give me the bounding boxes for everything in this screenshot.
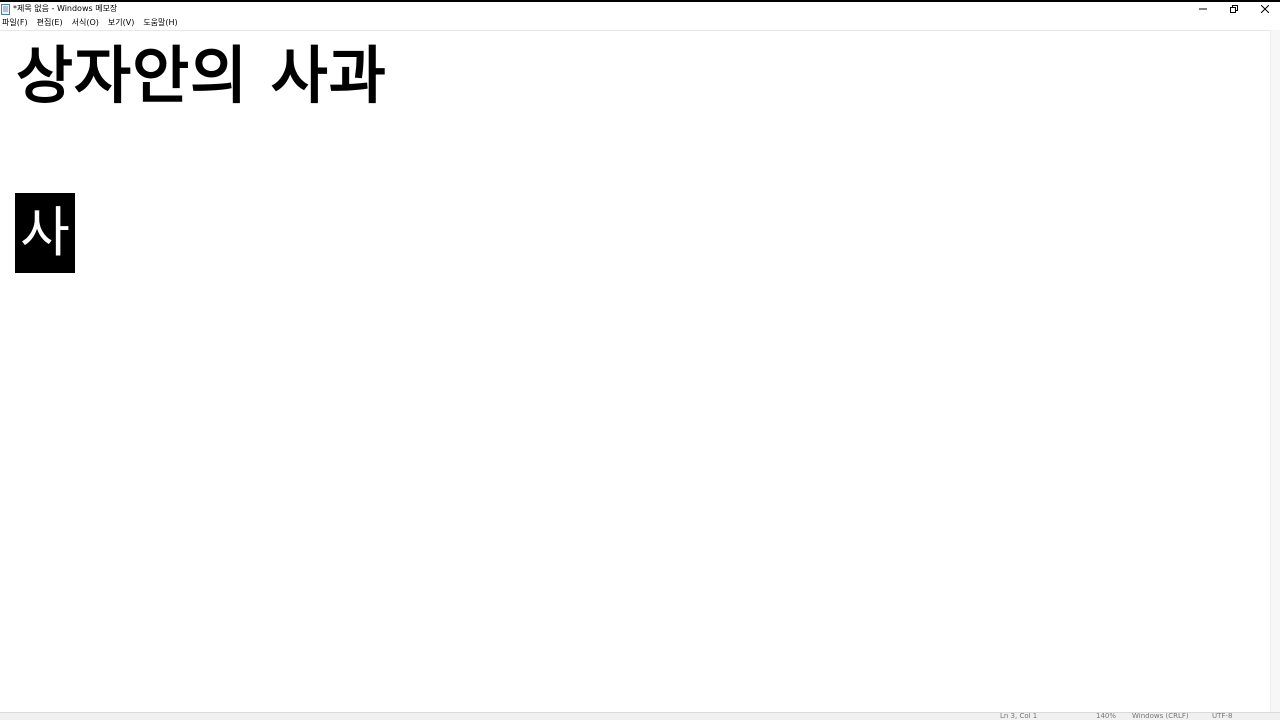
restore-icon xyxy=(1229,5,1238,13)
menu-file[interactable]: 파일(F) xyxy=(0,16,31,30)
restore-button[interactable] xyxy=(1218,2,1249,16)
minimize-button[interactable] xyxy=(1187,2,1218,16)
menu-bar: 파일(F) 편집(E) 서식(O) 보기(V) 도움말(H) xyxy=(0,16,1280,30)
menu-edit[interactable]: 편집(E) xyxy=(34,16,66,30)
notepad-window: *제목 없음 - Windows 메모장 파일(F) 편집(E) 서식(O) 보… xyxy=(0,0,1280,720)
title-bar[interactable]: *제목 없음 - Windows 메모장 xyxy=(0,2,1280,16)
status-zoom: 140% xyxy=(1096,712,1117,720)
menu-view[interactable]: 보기(V) xyxy=(105,16,137,30)
status-encoding: UTF-8 xyxy=(1212,712,1233,720)
minimize-icon xyxy=(1198,8,1207,10)
status-bar: Ln 3, Col 1 140% Windows (CRLF) UTF-8 xyxy=(0,712,1280,720)
notepad-icon xyxy=(1,3,10,15)
menu-help[interactable]: 도움말(H) xyxy=(140,16,180,30)
editor-line-1[interactable]: 상자안의 사과 xyxy=(16,37,387,115)
window-controls xyxy=(1187,2,1280,16)
close-button[interactable] xyxy=(1249,2,1280,16)
window-title: *제목 없음 - Windows 메모장 xyxy=(13,4,118,13)
selected-text[interactable]: 사 xyxy=(15,193,75,273)
status-position: Ln 3, Col 1 xyxy=(1000,712,1038,720)
text-editor-area[interactable]: 상자안의 사과 사 xyxy=(0,30,1270,714)
close-icon xyxy=(1260,5,1269,13)
menu-format[interactable]: 서식(O) xyxy=(69,16,102,30)
status-line-ending: Windows (CRLF) xyxy=(1132,712,1189,720)
vertical-scrollbar[interactable] xyxy=(1270,30,1280,714)
